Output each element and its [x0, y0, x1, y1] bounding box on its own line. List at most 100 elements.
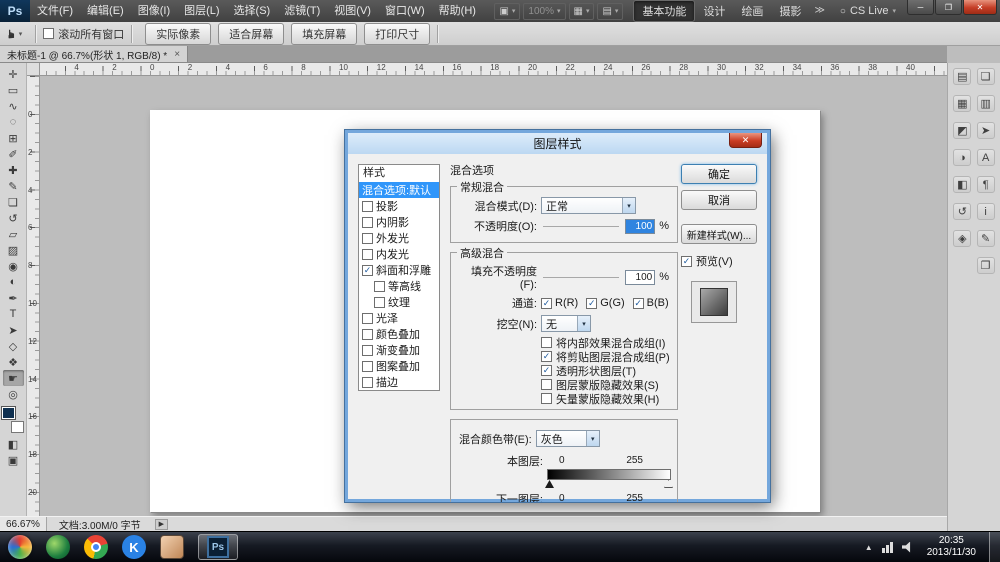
blur-tool[interactable]: ◉ [3, 258, 24, 274]
menu-item[interactable]: 视图(V) [327, 0, 378, 22]
style-item[interactable]: 内阴影 [359, 214, 439, 230]
new-style-button[interactable]: 新建样式(W)... [681, 224, 757, 244]
style-item[interactable]: 图案叠加 [359, 358, 439, 374]
options-button[interactable]: 填充屏幕 [291, 23, 357, 45]
preview-checkbox[interactable]: 预览(V) [681, 253, 757, 269]
channel-checkbox[interactable]: B(B) [633, 297, 669, 309]
kugou-icon[interactable]: K [122, 535, 146, 559]
vertical-ruler[interactable]: 02468101214161820 [27, 76, 40, 516]
character-panel-icon[interactable]: A [977, 149, 995, 166]
workspace-button[interactable]: 基本功能 [633, 0, 695, 22]
style-checkbox[interactable] [362, 361, 373, 372]
style-item[interactable]: 光泽 [359, 310, 439, 326]
3d-rotate-tool[interactable]: ❖ [3, 354, 24, 370]
browser-icon[interactable] [46, 535, 70, 559]
blend-option-checkbox[interactable]: 将内部效果混合成组(I) [541, 336, 669, 349]
screen-mode-icon[interactable]: ▤ ▾ [597, 3, 623, 20]
adjustments-panel-icon[interactable]: ◑ [953, 149, 971, 166]
style-item[interactable]: 斜面和浮雕 [359, 262, 439, 278]
black-slider-handle[interactable] [545, 480, 554, 488]
dialog-close-button[interactable]: ✕ [729, 133, 762, 148]
style-checkbox[interactable] [362, 217, 373, 228]
clone-source-panel-icon[interactable]: ❐ [977, 257, 995, 274]
options-button[interactable]: 实际像素 [145, 23, 211, 45]
color-panel-icon[interactable]: ▤ [953, 68, 971, 85]
knockout-select[interactable]: 无 ▾ [541, 315, 591, 332]
style-item[interactable]: 混合选项:默认 [359, 182, 439, 198]
style-item[interactable]: 颜色叠加 [359, 326, 439, 342]
blend-if-select[interactable]: 灰色 ▾ [536, 430, 600, 447]
gradient-tool[interactable]: ▨ [3, 242, 24, 258]
horizontal-ruler[interactable]: 420246810121416182022242628303234363840 [27, 63, 947, 76]
menu-item[interactable]: 图像(I) [131, 0, 177, 22]
blend-option-checkbox[interactable]: 图层蒙版隐藏效果(S) [541, 378, 669, 391]
menu-item[interactable]: 图层(L) [177, 0, 226, 22]
style-item[interactable]: 渐变叠加 [359, 342, 439, 358]
menu-item[interactable]: 窗口(W) [378, 0, 432, 22]
masks-panel-icon[interactable]: ◧ [953, 176, 971, 193]
style-item[interactable]: 描边 [359, 374, 439, 390]
styles-panel-icon[interactable]: ◩ [953, 122, 971, 139]
paragraph-panel-icon[interactable]: ¶ [977, 176, 995, 193]
style-checkbox[interactable] [362, 201, 373, 212]
options-button[interactable]: 适合屏幕 [218, 23, 284, 45]
style-checkbox[interactable] [362, 377, 373, 388]
slider-track[interactable] [543, 226, 619, 227]
workspace-button[interactable]: 绘画 [733, 1, 771, 21]
menu-item[interactable]: 编辑(E) [80, 0, 131, 22]
channel-checkbox[interactable]: R(R) [541, 297, 578, 309]
clock[interactable]: 20:35 2013/11/30 [923, 535, 980, 559]
hand-tool[interactable]: ☛ [3, 370, 24, 386]
cancel-button[interactable]: 取消 [681, 190, 757, 210]
zoom-tool[interactable]: ◎ [3, 386, 24, 402]
style-item[interactable]: 外发光 [359, 230, 439, 246]
crop-tool[interactable]: ⊞ [3, 130, 24, 146]
blend-option-checkbox[interactable]: 将剪贴图层混合成组(P) [541, 350, 669, 363]
style-item[interactable]: 纹理 [359, 294, 439, 310]
brush-panel-icon[interactable]: ✎ [977, 230, 995, 247]
screen-mode-cycle-icon[interactable]: ▣ [3, 452, 24, 468]
background-color-swatch[interactable] [11, 421, 24, 433]
style-checkbox[interactable] [362, 329, 373, 340]
tray-expand-icon[interactable]: ▲ [865, 543, 873, 552]
menu-item[interactable]: 选择(S) [227, 0, 278, 22]
slider-track[interactable] [543, 277, 619, 278]
ok-button[interactable]: 确定 [681, 164, 757, 184]
avatar-icon[interactable] [160, 535, 184, 559]
restore-button[interactable]: ❐ [935, 0, 962, 15]
style-checkbox[interactable] [362, 313, 373, 324]
history-brush-tool[interactable]: ↺ [3, 210, 24, 226]
close-button[interactable]: ✕ [963, 0, 997, 15]
scroll-all-windows-checkbox[interactable]: 滚动所有窗口 [43, 26, 124, 42]
rectangular-marquee-tool[interactable]: ▭ [3, 82, 24, 98]
style-checkbox[interactable] [374, 297, 385, 308]
arrange-documents-icon[interactable]: ▦ ▾ [569, 3, 595, 20]
view-extras-icon[interactable]: ▣ ▾ [494, 3, 520, 20]
menu-item[interactable]: 文件(F) [30, 0, 80, 22]
options-button[interactable]: 打印尺寸 [364, 23, 430, 45]
workspace-button[interactable]: 设计 [695, 1, 733, 21]
show-desktop-button[interactable] [989, 532, 1000, 562]
quick-selection-tool[interactable]: ◌ [3, 114, 24, 130]
menu-item[interactable]: 滤镜(T) [277, 0, 327, 22]
brush-tool[interactable]: ✎ [3, 178, 24, 194]
style-item[interactable]: 内发光 [359, 246, 439, 262]
eraser-tool[interactable]: ▱ [3, 226, 24, 242]
layers-panel-icon[interactable]: ❏ [977, 68, 995, 85]
move-tool[interactable]: ✛ [3, 66, 24, 82]
this-layer-gradient-slider[interactable] [547, 469, 671, 480]
quick-mask-icon[interactable]: ◧ [3, 436, 24, 452]
zoom-level-field[interactable]: 66.67% [0, 517, 47, 531]
foreground-color-swatch[interactable] [2, 407, 15, 419]
style-checkbox[interactable] [362, 249, 373, 260]
lasso-tool[interactable]: ∿ [3, 98, 24, 114]
volume-icon[interactable] [902, 542, 914, 553]
dialog-titlebar[interactable]: 图层样式 ✕ [348, 133, 767, 154]
workspace-button[interactable]: 摄影 [771, 1, 809, 21]
style-checkbox[interactable] [362, 233, 373, 244]
tab-close-icon[interactable]: × [174, 49, 180, 60]
blend-option-checkbox[interactable]: 矢量蒙版隐藏效果(H) [541, 392, 669, 405]
style-checkbox[interactable] [374, 281, 385, 292]
navigator-panel-icon[interactable]: ◈ [953, 230, 971, 247]
spot-healing-brush-tool[interactable]: ✚ [3, 162, 24, 178]
